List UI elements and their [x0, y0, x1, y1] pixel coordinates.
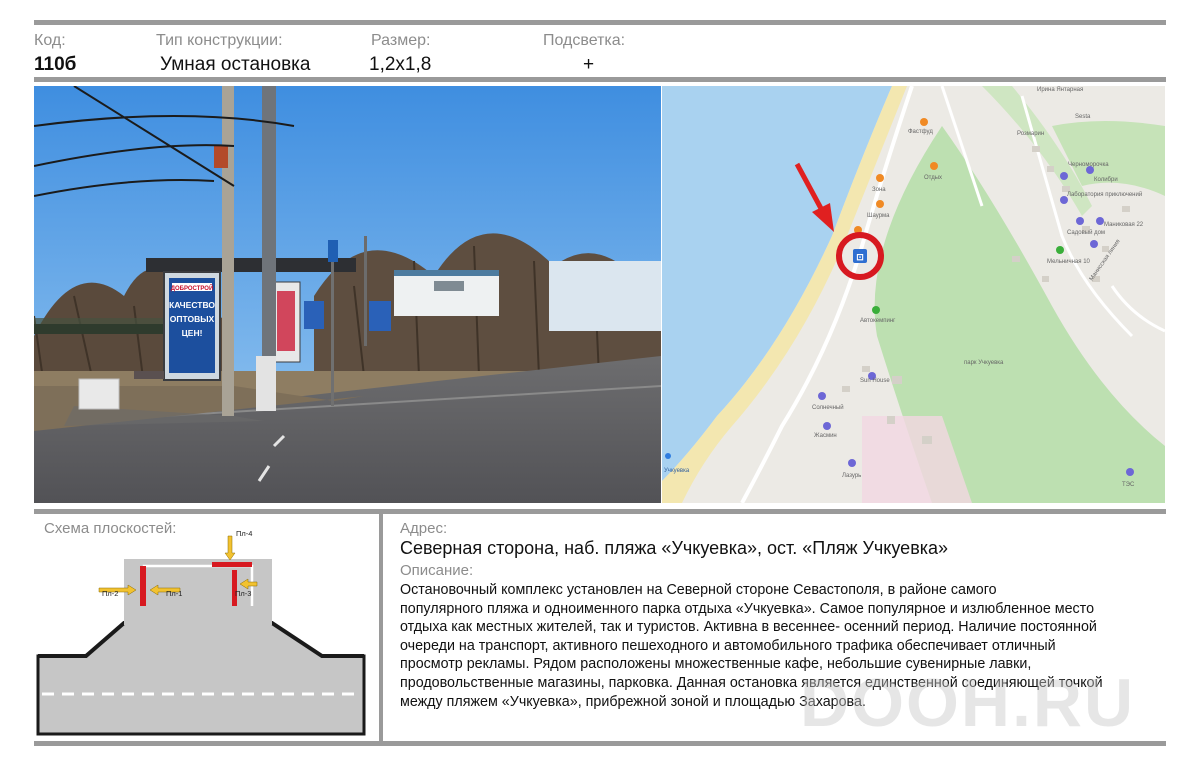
- code-label: Код:: [34, 32, 66, 49]
- map-label: Солнечный: [812, 404, 844, 411]
- map-label: Sesta: [1075, 114, 1091, 120]
- type-label: Тип конструкции:: [156, 32, 283, 49]
- plane-label: Пл-1: [166, 589, 182, 598]
- bus-stop-photo-illustration: ДОБРОСТРОЙ КАЧЕСТВО ОПТОВЫХ ЦЕН!: [34, 86, 661, 503]
- scheme-label: Схема плоскостей:: [44, 520, 177, 537]
- size-value: 1,2х1,8: [369, 54, 432, 75]
- map-label: Шаурма: [867, 213, 890, 219]
- map-label: Учкуевка: [664, 468, 690, 474]
- map-label: Зона: [872, 187, 886, 193]
- map-label: Лазурь: [842, 473, 861, 479]
- plane-3: [232, 570, 237, 606]
- billboard-line-1: КАЧЕСТВО: [169, 300, 215, 310]
- image-bottom-rule: [34, 509, 1166, 514]
- billboard-line-3: ЦЕН!: [182, 328, 203, 338]
- bus-stop-glyph: ⊡: [856, 252, 864, 262]
- plane-1: [140, 566, 146, 606]
- plane-label: Пл-2: [102, 589, 118, 598]
- map-label: Мельничная 10: [1047, 259, 1091, 265]
- map-label: Автокемпинг: [860, 318, 896, 324]
- description-line: популярного пляжа и одноименного парка о…: [400, 600, 1095, 617]
- location-map[interactable]: Ирина Янтарная Sesta Розмарин Черномороч…: [662, 86, 1165, 503]
- type-value: Умная остановка: [160, 54, 311, 75]
- map-label: ТЭС: [1122, 482, 1135, 488]
- address-label: Адрес:: [400, 520, 448, 537]
- code-value: 110б: [34, 54, 77, 75]
- location-map-illustration: Ирина Янтарная Sesta Розмарин Черномороч…: [662, 86, 1165, 503]
- top-rule: [34, 20, 1166, 25]
- description-line: очереди на транспорт, активного пешеходн…: [400, 637, 1056, 654]
- light-label: Подсветка:: [543, 32, 626, 49]
- billboard-brand: ДОБРОСТРОЙ: [171, 284, 214, 292]
- header-bottom-rule: [34, 77, 1166, 82]
- arrow-pl4-icon: [224, 535, 236, 561]
- description-line: Остановочный комплекс установлен на Севе…: [400, 582, 997, 598]
- map-label: Лаборатория приключений: [1067, 191, 1142, 198]
- planes-scheme: Пл-1 Пл-2 Пл-3 Пл-4: [36, 529, 366, 736]
- watermark: DOOH.RU: [800, 665, 1136, 741]
- road-diagram: [36, 621, 366, 736]
- map-label: парк Учкуевка: [964, 360, 1004, 366]
- map-label: Жасмин: [814, 433, 837, 439]
- billboard-line-2: ОПТОВЫХ: [170, 314, 215, 324]
- map-label: Маниковая 22: [1104, 222, 1144, 228]
- map-label: Ирина Янтарная: [1037, 87, 1083, 93]
- map-label: Черноморочка: [1068, 162, 1109, 168]
- section-divider: [379, 514, 383, 741]
- map-label: Фастфуд: [908, 129, 933, 135]
- map-label: Садовый дом: [1067, 229, 1105, 236]
- light-value: +: [583, 54, 595, 75]
- size-label: Размер:: [371, 32, 431, 49]
- plane-4: [212, 562, 252, 567]
- map-label: Отдых: [924, 175, 942, 181]
- description-label: Описание:: [400, 562, 474, 579]
- map-label: Колибри: [1094, 177, 1118, 183]
- map-label: Sun House: [860, 378, 890, 384]
- map-label: Розмарин: [1017, 131, 1044, 137]
- address-value: Северная сторона, наб. пляжа «Учкуевка»,…: [400, 538, 949, 558]
- bus-stop-photo: ДОБРОСТРОЙ КАЧЕСТВО ОПТОВЫХ ЦЕН!: [34, 86, 661, 503]
- plane-label: Пл-3: [235, 589, 251, 598]
- description-line: отдыха как местных жителей, так и турист…: [400, 619, 1097, 636]
- plane-label: Пл-4: [236, 529, 252, 538]
